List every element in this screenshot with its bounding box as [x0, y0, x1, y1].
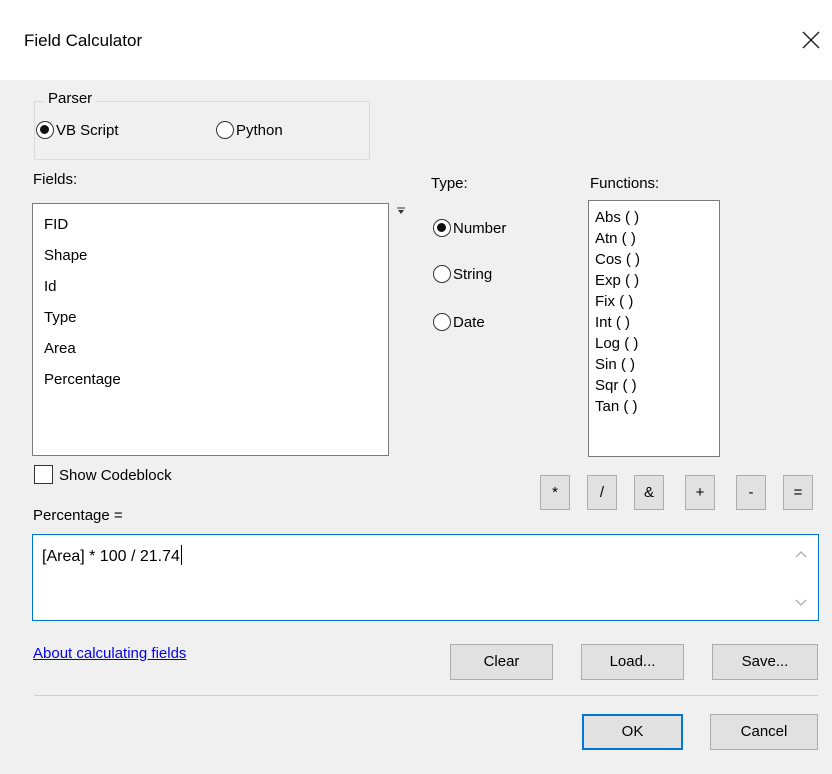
parser-label: Parser [44, 90, 97, 107]
expression-value: [Area] * 100 / 21.74 [42, 548, 180, 565]
functions-label: Functions: [590, 175, 660, 192]
window-title: Field Calculator [24, 31, 143, 50]
title-bar: Field Calculator [0, 0, 832, 80]
function-item-sin[interactable]: Sin ( ) [595, 356, 635, 373]
scroll-down-icon[interactable] [793, 596, 809, 608]
field-item-shape[interactable]: Shape [44, 247, 87, 264]
radio-selected-icon [36, 121, 54, 139]
parser-python-radio[interactable]: Python [216, 121, 283, 139]
function-item-atn[interactable]: Atn ( ) [595, 230, 636, 247]
type-number-radio[interactable]: Number [433, 219, 506, 237]
scroll-up-icon[interactable] [793, 547, 809, 559]
separator [34, 695, 818, 696]
field-item-type[interactable]: Type [44, 309, 77, 326]
field-item-id[interactable]: Id [44, 278, 57, 295]
function-item-abs[interactable]: Abs ( ) [595, 209, 639, 226]
parser-vbscript-label: VB Script [56, 121, 119, 139]
expression-input[interactable]: [Area] * 100 / 21.74 [32, 534, 819, 621]
fields-label: Fields: [33, 171, 78, 188]
function-item-log[interactable]: Log ( ) [595, 335, 638, 352]
save-button[interactable]: Save... [712, 644, 818, 680]
type-string-radio[interactable]: String [433, 265, 492, 283]
operator-ampersand-button[interactable]: & [634, 475, 664, 510]
radio-unselected-icon [433, 313, 451, 331]
ok-button[interactable]: OK [582, 714, 683, 750]
type-label: Type: [431, 175, 468, 192]
parser-python-label: Python [236, 121, 283, 139]
function-item-cos[interactable]: Cos ( ) [595, 251, 640, 268]
function-item-tan[interactable]: Tan ( ) [595, 398, 638, 415]
close-icon[interactable] [798, 24, 824, 54]
cancel-button[interactable]: Cancel [710, 714, 818, 750]
parser-vbscript-radio[interactable]: VB Script [36, 121, 119, 139]
clear-button[interactable]: Clear [450, 644, 553, 680]
about-calculating-fields-link[interactable]: About calculating fields [33, 645, 186, 662]
function-item-fix[interactable]: Fix ( ) [595, 293, 633, 310]
sort-arrow-icon[interactable] [396, 203, 406, 214]
show-codeblock-checkbox[interactable] [34, 465, 53, 484]
radio-selected-icon [433, 219, 451, 237]
expression-label: Percentage = [33, 507, 123, 524]
operator-equals-button[interactable]: = [783, 475, 813, 510]
field-calculator-dialog: Field Calculator Parser VB Script Python… [0, 0, 832, 774]
type-date-label: Date [453, 313, 485, 331]
type-string-label: String [453, 265, 493, 283]
function-item-exp[interactable]: Exp ( ) [595, 272, 639, 289]
type-number-label: Number [453, 219, 507, 237]
operator-plus-button[interactable]: + [685, 475, 715, 510]
operator-multiply-button[interactable]: * [540, 475, 570, 510]
show-codeblock-label: Show Codeblock [59, 467, 172, 484]
functions-list[interactable]: Abs ( ) Atn ( ) Cos ( ) Exp ( ) Fix ( ) … [588, 200, 720, 457]
function-item-int[interactable]: Int ( ) [595, 314, 630, 331]
load-button[interactable]: Load... [581, 644, 684, 680]
text-caret [180, 545, 182, 565]
operator-minus-button[interactable]: - [736, 475, 766, 510]
field-item-percentage[interactable]: Percentage [44, 371, 121, 388]
radio-unselected-icon [433, 265, 451, 283]
type-date-radio[interactable]: Date [433, 313, 485, 331]
fields-list[interactable]: FID Shape Id Type Area Percentage [32, 203, 389, 456]
operator-divide-button[interactable]: / [587, 475, 617, 510]
expression-text: [Area] * 100 / 21.74 [42, 545, 182, 566]
field-item-fid[interactable]: FID [44, 216, 68, 233]
field-item-area[interactable]: Area [44, 340, 76, 357]
radio-unselected-icon [216, 121, 234, 139]
function-item-sqr[interactable]: Sqr ( ) [595, 377, 637, 394]
